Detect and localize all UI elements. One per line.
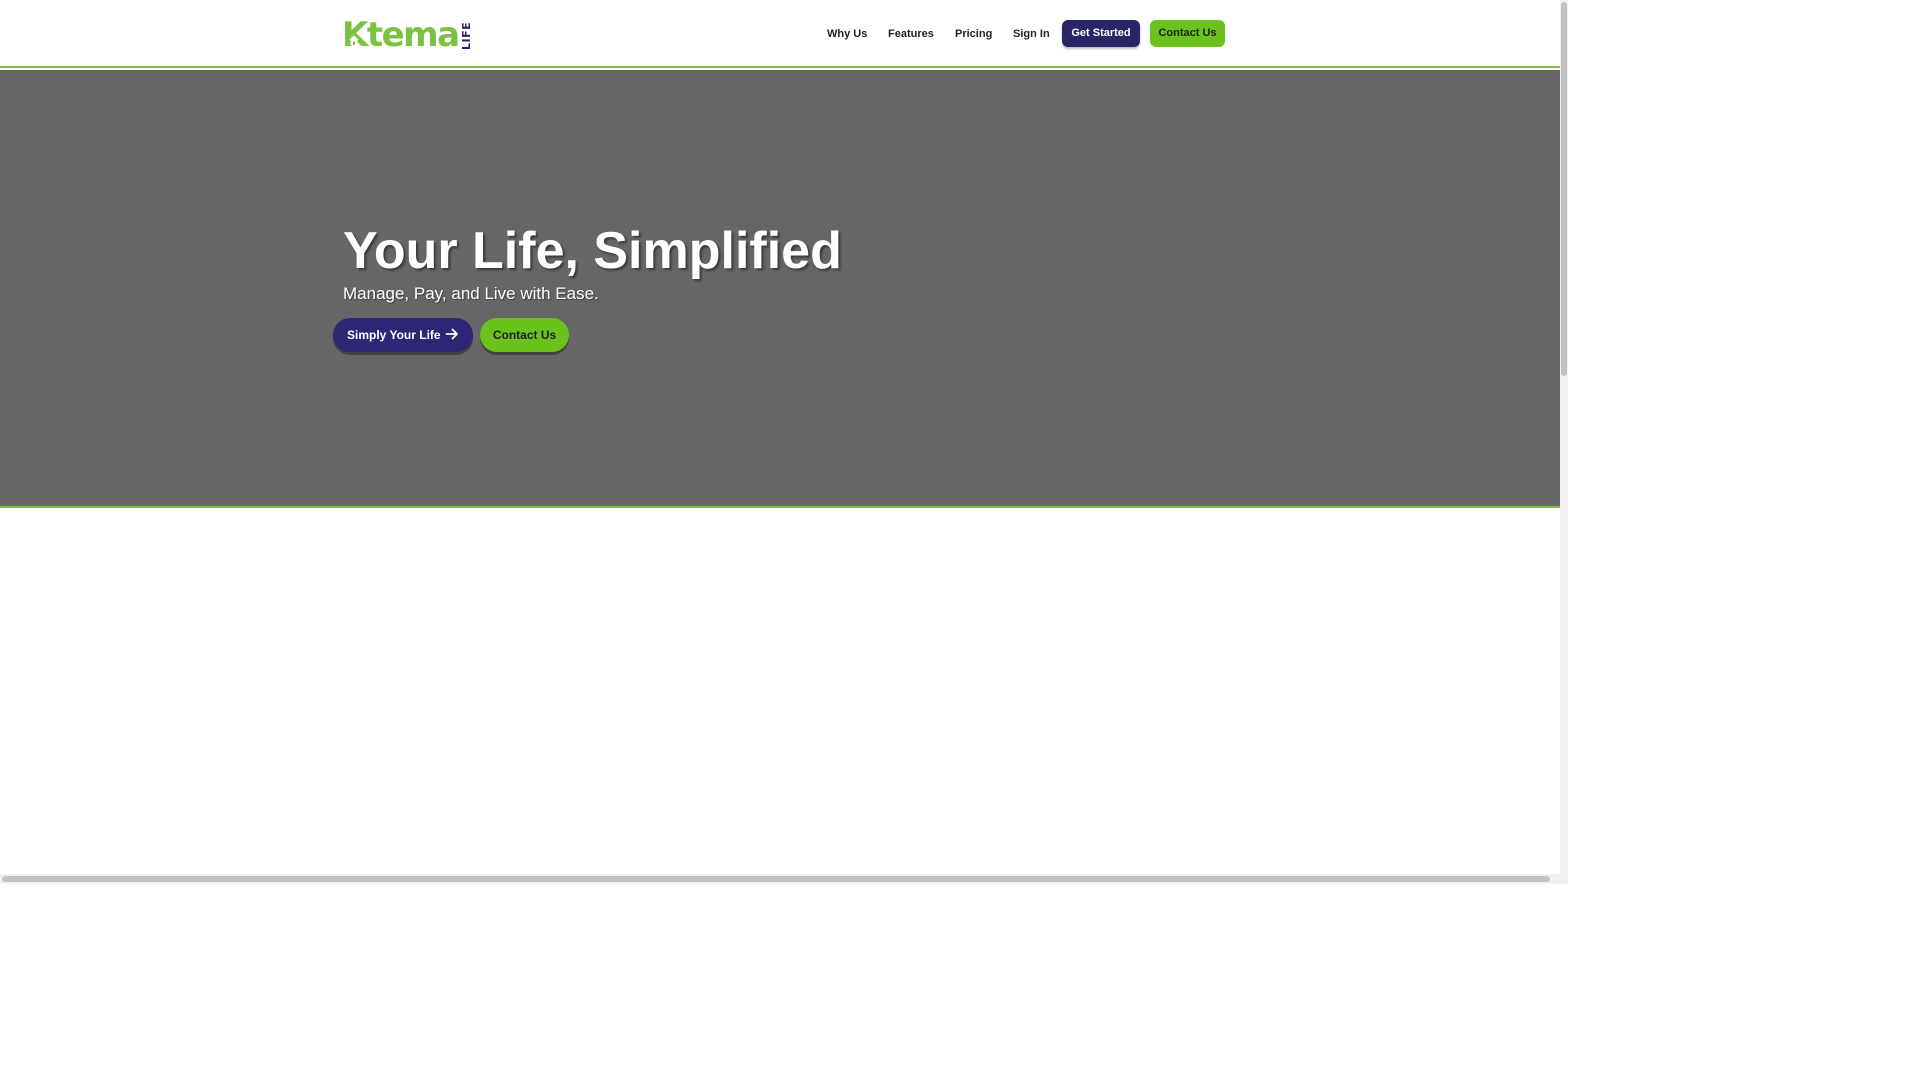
- nav-link-features[interactable]: Features: [888, 20, 934, 48]
- simply-your-life-label: Simply Your Life: [347, 328, 441, 342]
- hero-title: Your Life, Simplified: [343, 222, 842, 280]
- hero-section: Your Life, Simplified Manage, Pay, and L…: [0, 70, 1560, 508]
- vertical-scrollbar[interactable]: [1560, 0, 1568, 874]
- page-viewport: Ktema LIFE Why Us Features Pricing Sign …: [0, 0, 1560, 874]
- hero-contact-us-button[interactable]: Contact Us: [480, 318, 569, 352]
- nav-link-pricing[interactable]: Pricing: [955, 20, 992, 48]
- simply-your-life-button[interactable]: Simply Your Life: [333, 318, 473, 352]
- get-started-button[interactable]: Get Started: [1062, 20, 1140, 47]
- site-header: Ktema LIFE Why Us Features Pricing Sign …: [0, 0, 1560, 68]
- vertical-scrollbar-thumb[interactable]: [1561, 2, 1567, 376]
- scrollbar-corner: [1560, 874, 1568, 884]
- arrow-right-icon: [445, 328, 458, 340]
- horizontal-scrollbar[interactable]: [0, 874, 1560, 884]
- nav-link-why-us[interactable]: Why Us: [827, 20, 867, 48]
- nav-link-sign-in[interactable]: Sign In: [1013, 20, 1050, 48]
- horizontal-scrollbar-thumb[interactable]: [2, 876, 1550, 882]
- main-nav: Why Us Features Pricing Sign In Get Star…: [0, 20, 1560, 48]
- hero-subtitle: Manage, Pay, and Live with Ease.: [343, 284, 599, 303]
- contact-us-button[interactable]: Contact Us: [1150, 20, 1225, 47]
